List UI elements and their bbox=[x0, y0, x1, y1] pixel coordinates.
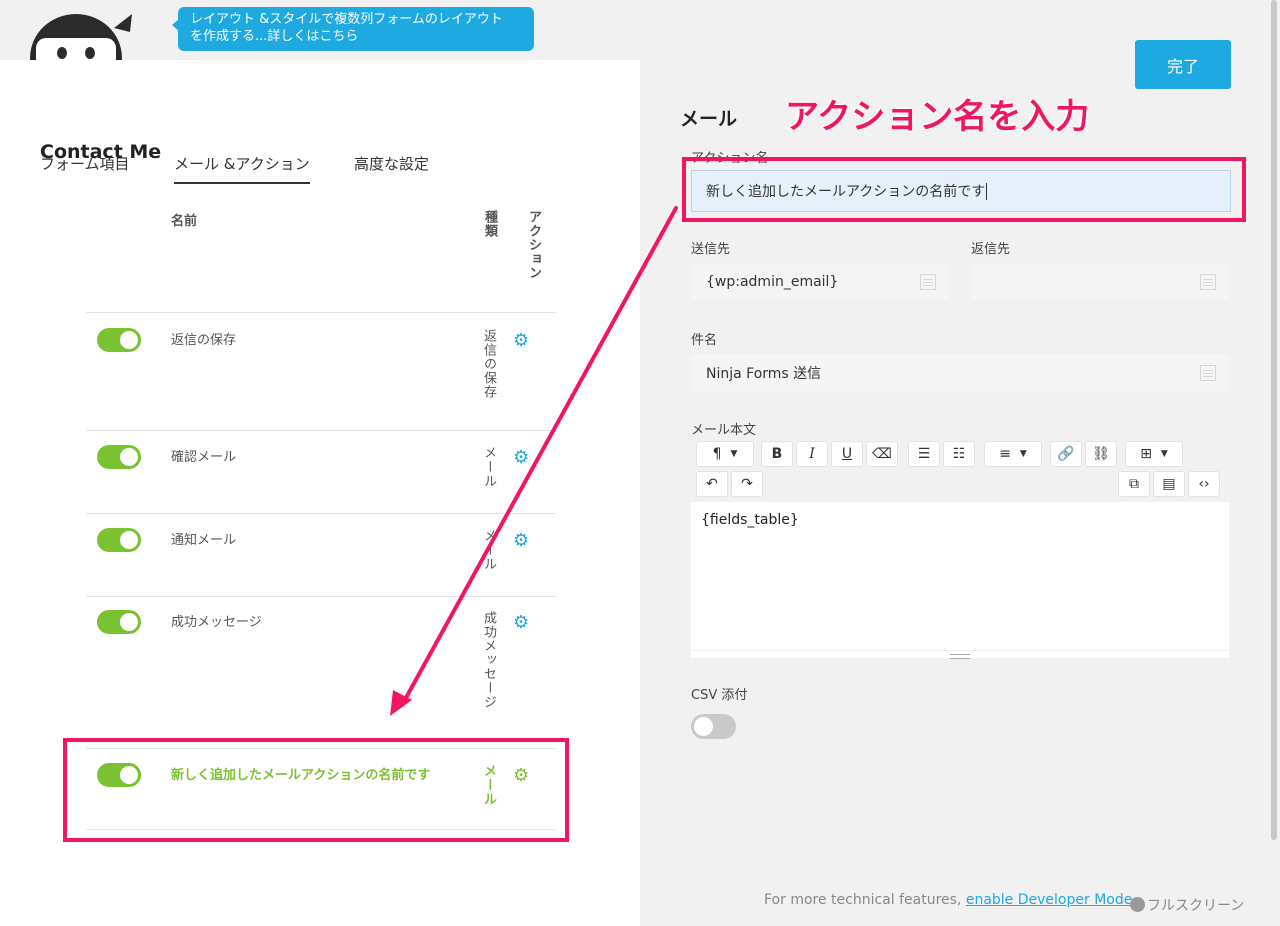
code-icon: ‹› bbox=[1198, 476, 1210, 492]
highlight-box-action-name bbox=[682, 157, 1246, 222]
gear-icon[interactable]: ⚙ bbox=[513, 332, 529, 350]
subject-value: Ninja Forms 送信 bbox=[706, 366, 822, 382]
undo-icon: ↶ bbox=[706, 476, 718, 492]
col-header-name: 名前 bbox=[171, 214, 198, 229]
scrollbar[interactable] bbox=[1268, 0, 1280, 840]
to-field[interactable]: {wp:admin_email} bbox=[691, 263, 949, 301]
reply-to-field[interactable] bbox=[971, 263, 1229, 301]
action-name[interactable]: 確認メール bbox=[171, 446, 236, 465]
clear-format-button[interactable]: ⌫ bbox=[866, 441, 898, 467]
media-icon: ⧉ bbox=[1129, 476, 1139, 492]
section-title: メール bbox=[680, 108, 738, 130]
link-button[interactable]: 🔗 bbox=[1050, 441, 1082, 467]
action-name[interactable]: 返信の保存 bbox=[171, 329, 236, 348]
bold-icon: B bbox=[771, 446, 783, 462]
ordered-list-button[interactable]: ☰ bbox=[908, 441, 940, 467]
form-title: Contact Me bbox=[40, 141, 162, 163]
merge-tags-button[interactable]: ▤ bbox=[1153, 471, 1185, 497]
media-button[interactable]: ⧉ bbox=[1118, 471, 1150, 497]
merge-tags-icon[interactable] bbox=[1200, 365, 1216, 381]
redo-button[interactable]: ↷ bbox=[731, 471, 763, 497]
tooltip-line-1: レイアウト &スタイルで複数列フォームのレイアウト bbox=[190, 12, 503, 27]
action-name[interactable]: 成功メッセージ bbox=[171, 611, 262, 630]
gear-icon[interactable]: ⚙ bbox=[513, 449, 529, 467]
to-label: 送信先 bbox=[691, 242, 731, 257]
action-row: 通知メール メール ⚙ bbox=[86, 513, 556, 596]
action-type: 成功メッセージ bbox=[481, 611, 496, 709]
unordered-list-button[interactable]: ☷ bbox=[943, 441, 975, 467]
underline-icon: U bbox=[841, 446, 853, 462]
italic-icon: I bbox=[809, 446, 815, 462]
action-type: 返信の保存 bbox=[481, 329, 496, 399]
ordered-list-icon: ☰ bbox=[917, 446, 931, 462]
merge-tags-icon: ▤ bbox=[1162, 476, 1176, 492]
chevron-down-icon: ▼ bbox=[730, 449, 738, 459]
tab-emails-actions[interactable]: メール &アクション bbox=[174, 153, 310, 184]
email-body-editor[interactable]: {fields_table} bbox=[691, 502, 1229, 658]
tooltip-line-2: を作成する...詳しくはこちら bbox=[190, 29, 359, 44]
fullscreen-toggle[interactable]: フルスクリーン bbox=[1130, 895, 1244, 915]
undo-button[interactable]: ↶ bbox=[696, 471, 728, 497]
action-row: 確認メール メール ⚙ bbox=[86, 430, 556, 513]
email-body-value: {fields_table} bbox=[701, 512, 799, 528]
bold-button[interactable]: B bbox=[761, 441, 793, 467]
table-dropdown[interactable]: ⊞ ▼ bbox=[1125, 441, 1183, 467]
body-label: メール本文 bbox=[691, 423, 757, 438]
gear-icon[interactable]: ⚙ bbox=[513, 532, 529, 550]
done-button[interactable]: 完了 bbox=[1135, 40, 1231, 89]
highlight-box-new-row bbox=[63, 738, 569, 842]
align-left-icon: ≡ bbox=[999, 446, 1011, 462]
tab-advanced[interactable]: 高度な設定 bbox=[354, 153, 429, 174]
developer-mode-link[interactable]: enable Developer Mode bbox=[966, 892, 1133, 908]
unlink-button[interactable]: ⛓ bbox=[1085, 441, 1117, 467]
code-view-button[interactable]: ‹› bbox=[1188, 471, 1220, 497]
action-toggle[interactable] bbox=[97, 610, 141, 634]
eraser-icon: ⌫ bbox=[872, 446, 892, 462]
csv-attach-label: CSV 添付 bbox=[691, 688, 748, 703]
unlink-icon: ⛓ bbox=[1092, 446, 1110, 462]
action-row: 成功メッセージ 成功メッセージ ⚙ bbox=[86, 596, 556, 748]
action-toggle[interactable] bbox=[97, 328, 141, 352]
footer-note: For more technical features, enable Deve… bbox=[764, 892, 1132, 908]
reply-to-label: 返信先 bbox=[971, 242, 1011, 257]
gear-icon[interactable]: ⚙ bbox=[513, 614, 529, 632]
action-type: メール bbox=[481, 446, 496, 488]
fullscreen-label: フルスクリーン bbox=[1147, 898, 1245, 914]
subject-label: 件名 bbox=[691, 333, 718, 348]
align-dropdown[interactable]: ≡ ▼ bbox=[984, 441, 1042, 467]
underline-button[interactable]: U bbox=[831, 441, 863, 467]
editor-resize-handle[interactable] bbox=[691, 650, 1229, 659]
redo-icon: ↷ bbox=[741, 476, 753, 492]
paragraph-icon: ¶ bbox=[712, 446, 722, 462]
action-type: メール bbox=[481, 529, 496, 571]
bullet-list-icon: ☷ bbox=[952, 446, 966, 462]
csv-attach-toggle[interactable] bbox=[691, 714, 736, 739]
action-name[interactable]: 通知メール bbox=[171, 529, 236, 548]
action-toggle[interactable] bbox=[97, 528, 141, 552]
chevron-down-icon: ▼ bbox=[1019, 449, 1027, 459]
paragraph-style-dropdown[interactable]: ¶ ▼ bbox=[696, 441, 754, 467]
ninja-logo bbox=[22, 6, 134, 66]
subject-field[interactable]: Ninja Forms 送信 bbox=[691, 353, 1229, 393]
fullscreen-icon bbox=[1130, 897, 1145, 912]
italic-button[interactable]: I bbox=[796, 441, 828, 467]
merge-tags-icon[interactable] bbox=[920, 274, 936, 290]
link-icon: 🔗 bbox=[1057, 446, 1075, 462]
chevron-down-icon: ▼ bbox=[1160, 449, 1168, 459]
col-header-type: 種類 bbox=[482, 210, 497, 238]
table-icon: ⊞ bbox=[1140, 446, 1152, 462]
tooltip-multicolumn[interactable]: レイアウト &スタイルで複数列フォームのレイアウト を作成する...詳しくはこち… bbox=[172, 7, 534, 51]
action-toggle[interactable] bbox=[97, 445, 141, 469]
annotation-label: アクション名を入力 bbox=[785, 97, 1090, 137]
col-header-action: アクション bbox=[526, 210, 541, 280]
merge-tags-icon[interactable] bbox=[1200, 274, 1216, 290]
to-value: {wp:admin_email} bbox=[706, 274, 839, 290]
action-row: 返信の保存 返信の保存 ⚙ bbox=[86, 312, 556, 430]
footer-text: For more technical features, bbox=[764, 892, 966, 908]
